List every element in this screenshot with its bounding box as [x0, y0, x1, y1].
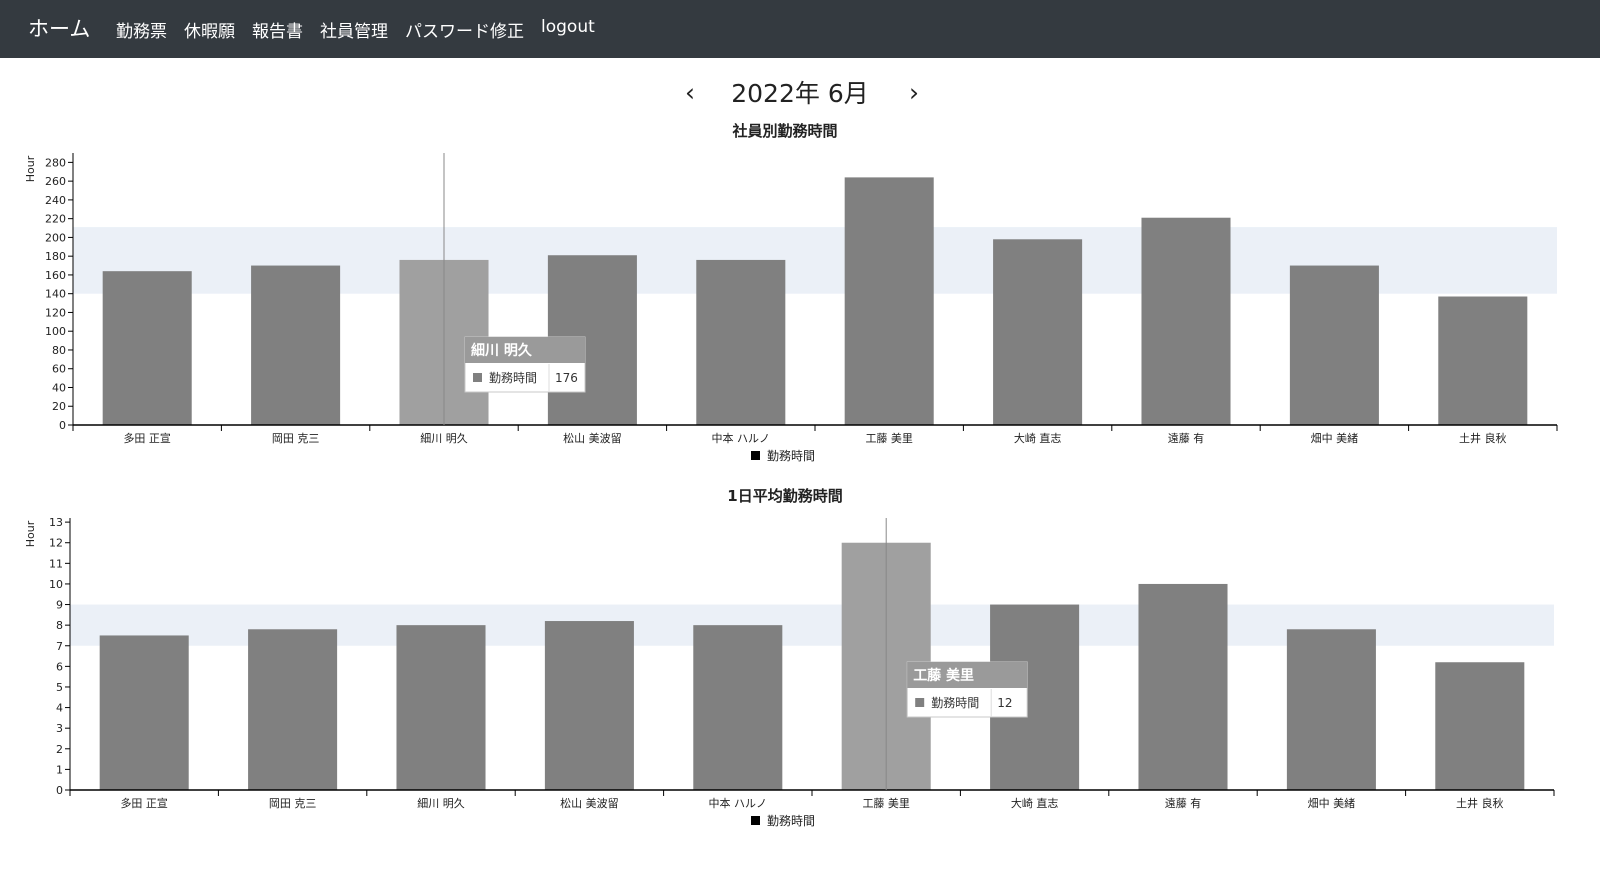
nav-link-password-change[interactable]: パスワード修正 [405, 17, 524, 42]
y-tick-label: 5 [56, 681, 63, 694]
legend-swatch [751, 816, 760, 825]
chart-title: 社員別勤務時間 [731, 122, 837, 140]
x-tick-label: 遠藤 有 [1168, 431, 1205, 445]
x-tick-label: 土井 良秋 [1459, 431, 1507, 445]
daily-average-hours-chart: 1日平均勤務時間012345678910111213Hour多田 正宣 岡田 克三… [24, 487, 1555, 828]
nav-link-timesheet[interactable]: 勤務票 [116, 17, 167, 42]
y-tick-label: 40 [52, 381, 66, 394]
y-tick-label: 9 [56, 599, 63, 612]
y-tick-label: 140 [45, 288, 66, 301]
legend-label: 勤務時間 [767, 814, 815, 828]
nav-link-report[interactable]: 報告書 [252, 17, 303, 42]
bar [1138, 583, 1228, 790]
tooltip-value: 176 [555, 371, 578, 385]
x-tick-label: 中本 ハルノ [709, 796, 768, 810]
y-tick-label: 100 [45, 325, 66, 338]
y-tick-label: 120 [45, 306, 66, 319]
tooltip-series-name: 勤務時間 [931, 696, 979, 710]
y-tick-label: 200 [45, 231, 66, 244]
x-tick-label: 岡田 克三 [269, 797, 317, 810]
bar [248, 629, 338, 790]
y-tick-label: 60 [52, 363, 66, 376]
bar [251, 265, 341, 425]
legend-swatch [751, 451, 760, 460]
month-navigator: ‹ 2022年 6月 › [0, 76, 1600, 112]
y-axis-label: Hour [24, 155, 37, 182]
x-tick-label: 大崎 直志 [1014, 431, 1062, 445]
y-tick-label: 3 [56, 722, 63, 735]
nav-link-logout[interactable]: logout [541, 17, 595, 42]
y-axis-label: Hour [24, 520, 37, 547]
bar [1435, 662, 1525, 790]
next-month-chevron-icon[interactable]: › [902, 76, 926, 110]
x-tick-label: 畑中 美緒 [1308, 796, 1356, 810]
nav-menu: 勤務票 休暇願 報告書 社員管理 パスワード修正 logout [116, 17, 612, 42]
tooltip: 細川 明久勤務時間 176 [464, 336, 586, 393]
x-tick-label: 大崎 直志 [1011, 796, 1059, 810]
bar [844, 177, 934, 425]
x-tick-label: 松山 美波留 [560, 796, 619, 810]
y-tick-label: 1 [56, 763, 63, 776]
y-tick-label: 2 [56, 743, 63, 756]
monthly-hours-chart: 社員別勤務時間 0 20 40 60 80 100 120 140 160 180 200 220 240… [24, 122, 1558, 463]
tooltip-swatch [915, 698, 925, 707]
y-tick-label: 6 [56, 660, 63, 673]
x-tick-label: 工藤 美里 [862, 797, 910, 810]
x-tick-label: 多田 正宣 [120, 796, 168, 810]
bar [693, 625, 783, 790]
x-tick-label: 細川 明久 [417, 797, 465, 810]
bar [1141, 217, 1231, 425]
y-tick-label: 260 [45, 175, 66, 188]
tooltip: 工藤 美里勤務時間 12 [906, 661, 1028, 718]
nav-link-leave-request[interactable]: 休暇願 [184, 17, 235, 42]
y-tick-label: 180 [45, 250, 66, 263]
tooltip-swatch [473, 373, 482, 382]
x-tick-label: 畑中 美緒 [1311, 431, 1359, 445]
x-tick-label: 多田 正宣 [123, 431, 171, 445]
nav-link-employee-management[interactable]: 社員管理 [320, 17, 388, 42]
y-tick-label: 10 [49, 578, 63, 591]
x-tick-label: 岡田 克三 [272, 432, 320, 445]
y-tick-label: 4 [56, 702, 63, 715]
y-tick-label: 12 [49, 537, 63, 550]
x-tick-label: 中本 ハルノ [712, 431, 771, 445]
bar [1286, 629, 1376, 790]
x-tick-label: 松山 美波留 [563, 431, 622, 445]
bar [1438, 296, 1528, 425]
tooltip-title: 工藤 美里 [913, 667, 974, 684]
navbar: ホーム 勤務票 休暇願 報告書 社員管理 パスワード修正 logout [0, 0, 1600, 58]
x-tick-label: 細川 明久 [420, 432, 468, 445]
y-tick-label: 0 [59, 419, 66, 432]
bar [993, 239, 1083, 425]
y-tick-label: 11 [49, 557, 63, 570]
y-tick-label: 240 [45, 194, 66, 207]
x-tick-label: 遠藤 有 [1165, 796, 1202, 810]
y-tick-label: 13 [49, 516, 63, 529]
brand-home-link[interactable]: ホーム [28, 13, 90, 43]
y-tick-label: 80 [52, 344, 66, 357]
bar [99, 635, 189, 790]
bar [696, 259, 786, 425]
bar [544, 621, 634, 790]
tooltip-title: 細川 明久 [471, 342, 533, 359]
bar [102, 271, 192, 425]
y-tick-label: 8 [56, 619, 63, 632]
current-month-label: 2022年 6月 [731, 79, 869, 108]
x-tick-label: 工藤 美里 [865, 432, 913, 445]
legend-label: 勤務時間 [767, 449, 815, 463]
y-tick-label: 7 [56, 640, 63, 653]
tooltip-series-name: 勤務時間 [489, 371, 537, 385]
bar [396, 625, 486, 790]
chart-title: 1日平均勤務時間 [727, 487, 842, 505]
y-tick-label: 0 [56, 784, 63, 797]
x-tick-label: 土井 良秋 [1456, 796, 1504, 810]
y-tick-label: 280 [45, 156, 66, 169]
y-tick-label: 160 [45, 269, 66, 282]
tooltip-value: 12 [997, 696, 1012, 710]
prev-month-chevron-icon[interactable]: ‹ [678, 76, 702, 110]
y-tick-label: 20 [52, 400, 66, 413]
bar [1289, 265, 1379, 425]
y-tick-label: 220 [45, 213, 66, 226]
